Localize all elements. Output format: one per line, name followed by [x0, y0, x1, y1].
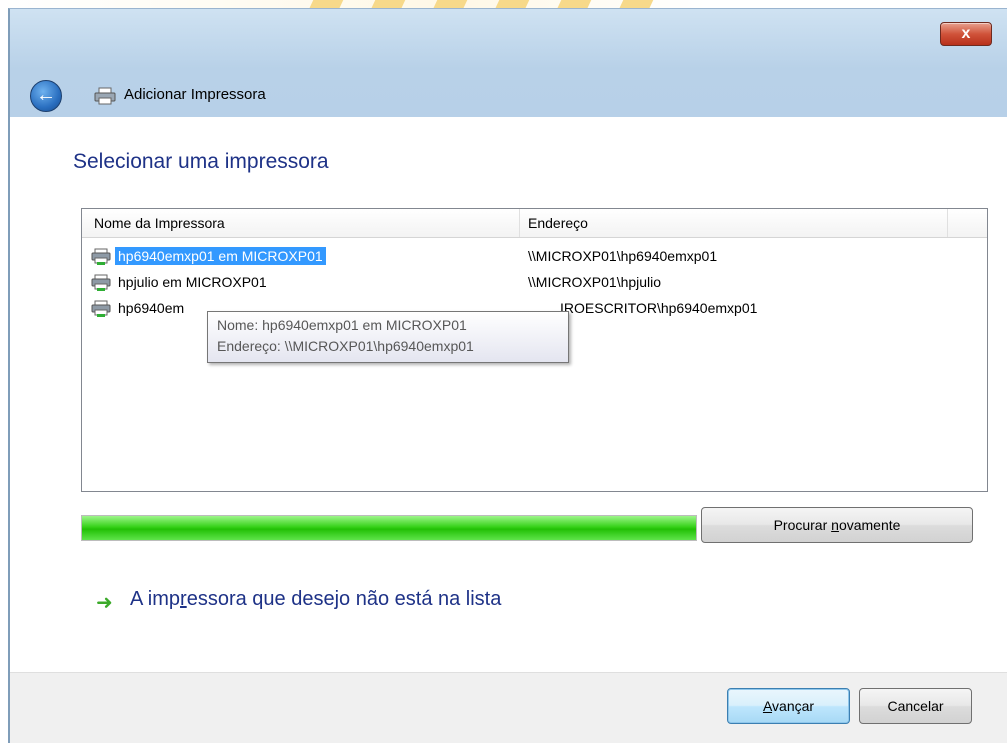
link-label: A imp	[130, 588, 181, 610]
network-printer-icon	[91, 248, 111, 265]
network-printer-icon	[91, 300, 111, 317]
column-divider[interactable]	[519, 209, 520, 237]
printer-name: hp6940emxp01 em MICROXP01	[115, 247, 326, 265]
button-label: ovamente	[838, 517, 901, 533]
printer-name: hpjulio em MICROXP01	[118, 274, 267, 290]
network-printer-icon	[91, 274, 111, 291]
search-progress-bar	[81, 515, 697, 541]
printer-icon	[94, 87, 116, 105]
column-divider[interactable]	[947, 209, 948, 237]
accelerator-key: n	[831, 517, 839, 533]
wizard-footer: Avançar Cancelar	[10, 672, 1007, 743]
progress-fill	[82, 516, 696, 540]
back-arrow-icon[interactable]: ←	[30, 80, 62, 112]
list-header: Nome da Impressora Endereço	[82, 209, 987, 238]
column-header-address[interactable]: Endereço	[528, 215, 588, 231]
printer-name: hp6940em	[118, 300, 185, 316]
list-item[interactable]: hpjulio em MICROXP01 \\MICROXP01\hpjulio	[82, 271, 987, 295]
accelerator-key: r	[180, 588, 187, 610]
wizard-content: Selecionar uma impressora Nome da Impres…	[10, 117, 1007, 672]
page-heading: Selecionar uma impressora	[73, 150, 329, 173]
cancel-button[interactable]: Cancelar	[859, 688, 972, 724]
link-label: essora que desejo não está na lista	[186, 588, 502, 610]
printer-address: IROESCRITOR\hp6940emxp01	[560, 300, 758, 316]
tooltip-name-line: Nome: hp6940emxp01 em MICROXP01	[217, 317, 467, 333]
column-header-name[interactable]: Nome da Impressora	[94, 215, 225, 231]
green-arrow-icon: ➜	[96, 592, 113, 614]
button-label: Procurar	[773, 517, 832, 533]
printer-not-listed-link[interactable]: A impressora que desejo não está na list…	[130, 588, 501, 611]
close-button[interactable]: x	[940, 22, 992, 46]
next-button[interactable]: Avançar	[727, 688, 850, 724]
window-title: Adicionar Impressora	[124, 86, 266, 103]
printer-address: \\MICROXP01\hpjulio	[528, 274, 662, 290]
button-label: vançar	[772, 698, 815, 714]
list-item[interactable]: hp6940emxp01 em MICROXP01 \\MICROXP01\hp…	[82, 245, 987, 269]
accelerator-key: A	[762, 698, 773, 714]
printer-tooltip: Nome: hp6940emxp01 em MICROXP01 Endereço…	[207, 311, 569, 363]
search-again-button[interactable]: Procurar novamente	[701, 507, 973, 543]
printer-address: \\MICROXP01\hp6940emxp01	[528, 248, 718, 264]
tooltip-address-line: Endereço: \\MICROXP01\hp6940emxp01	[217, 338, 474, 354]
